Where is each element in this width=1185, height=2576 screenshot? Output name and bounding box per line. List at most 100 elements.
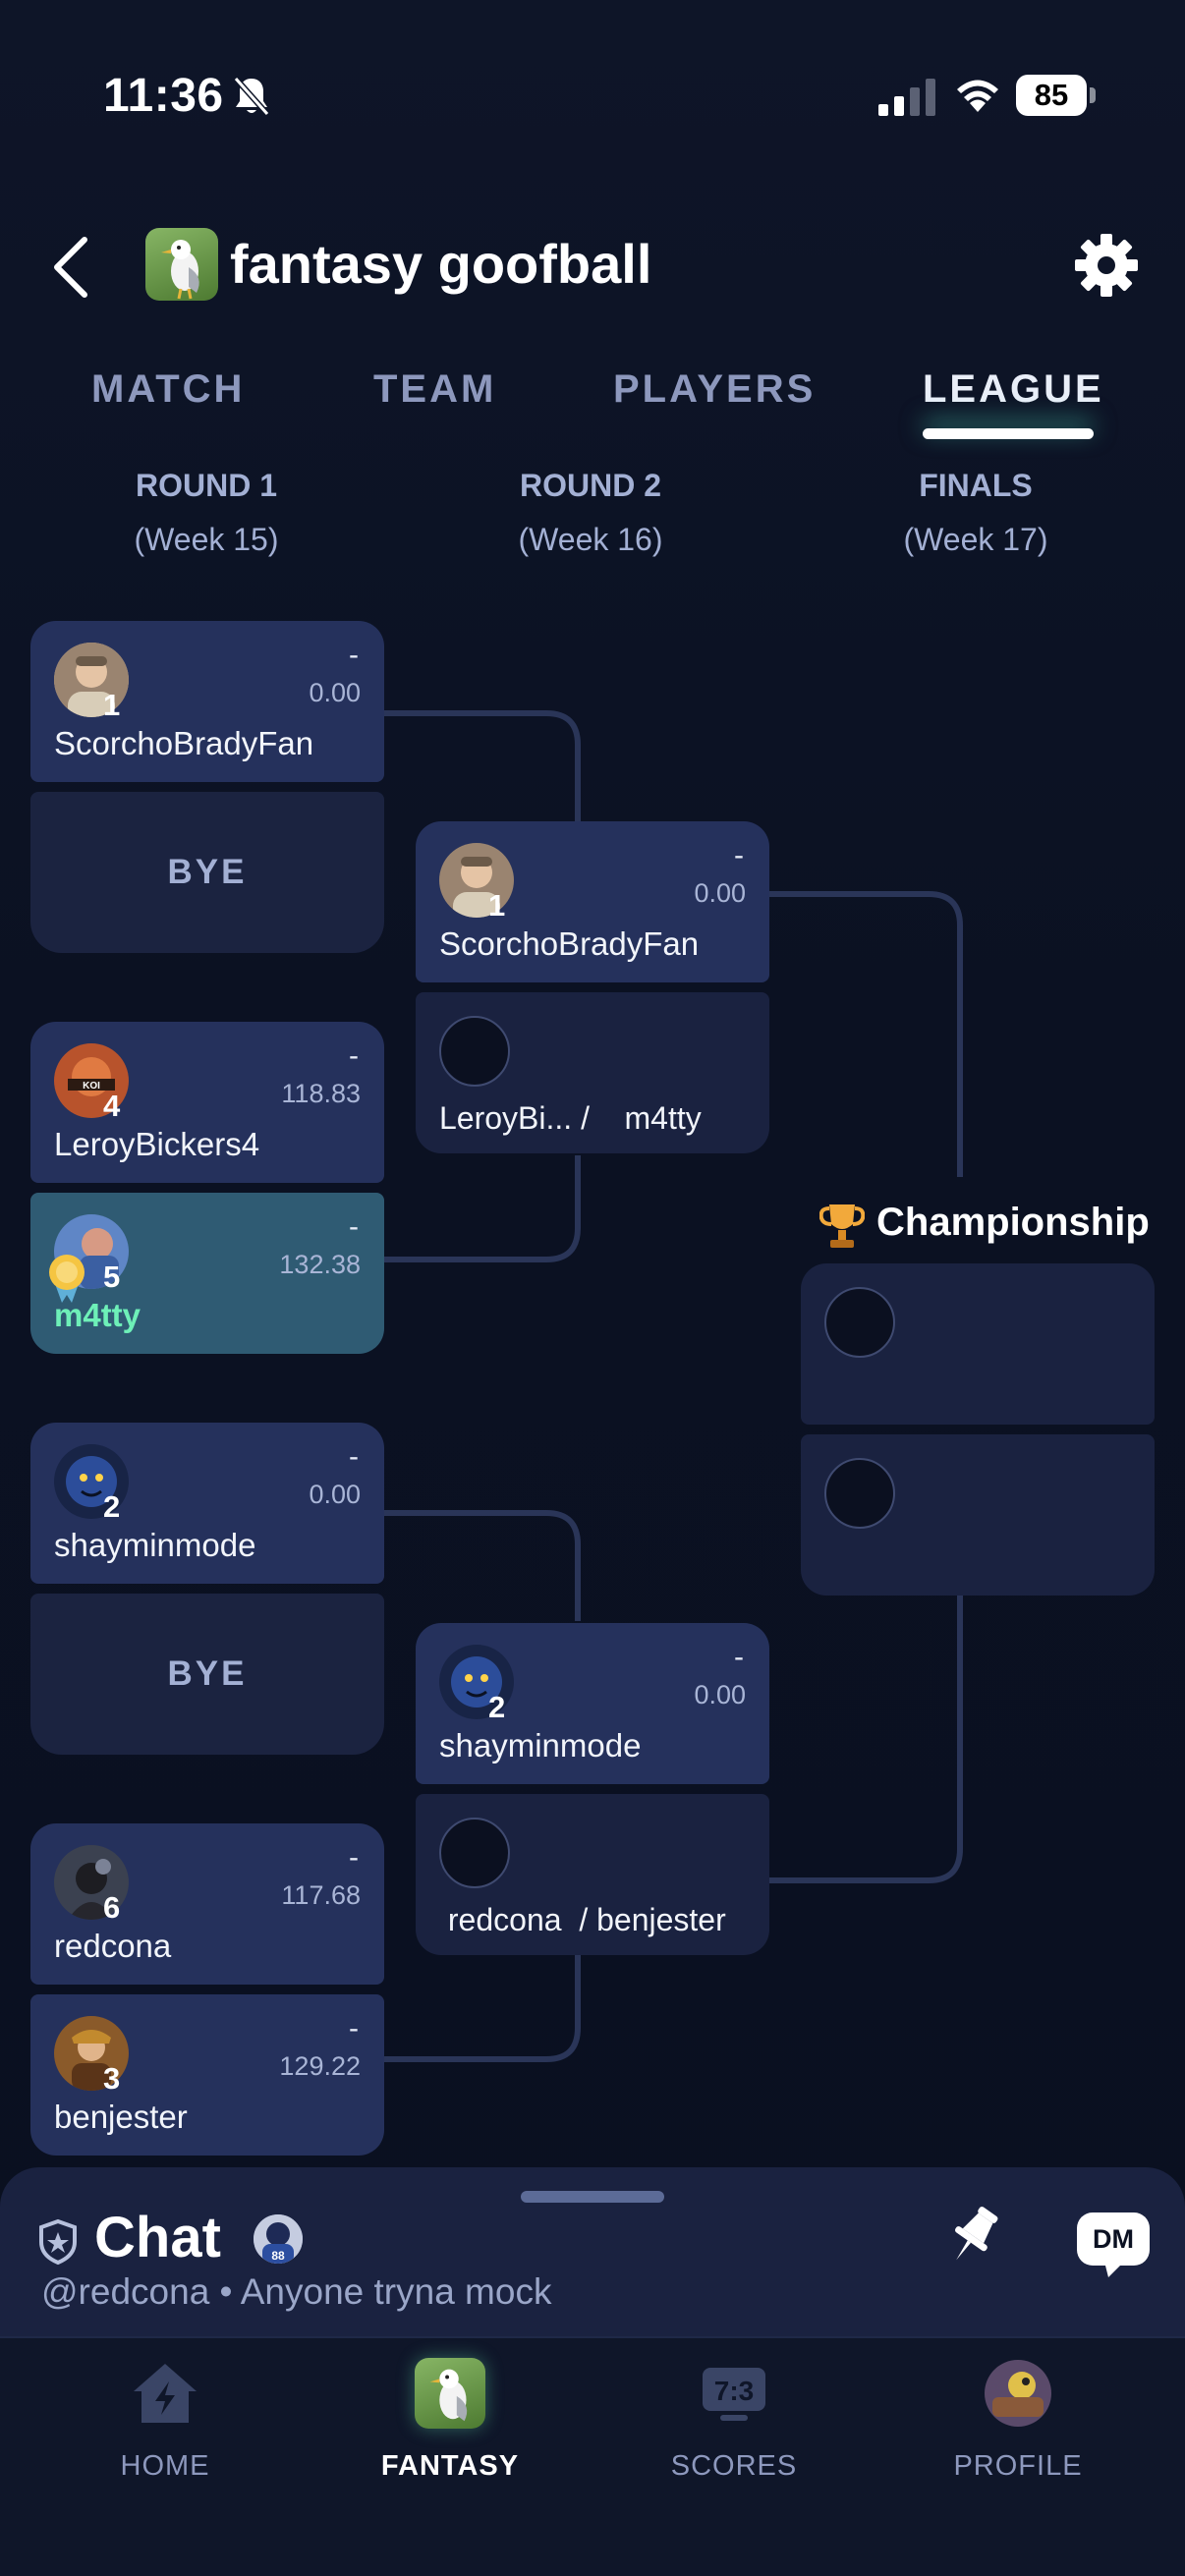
fantasy-league-icon	[415, 2358, 485, 2429]
direct-message-button[interactable]: DM	[1077, 2212, 1150, 2266]
nav-label: FANTASY	[380, 2450, 520, 2482]
team-name: redcona	[54, 1928, 172, 1964]
record-dash: -	[349, 1841, 359, 1874]
bottom-nav: HOME FANTASY 7:3 SCORES PROFILE	[0, 2336, 1185, 2576]
bracket-team-card[interactable]: 2 - 0.00 shayminmode	[416, 1623, 769, 1784]
record-dash: -	[349, 639, 359, 671]
record-dash: -	[349, 1210, 359, 1243]
team-score: 129.22	[279, 2051, 361, 2081]
record-dash: -	[734, 839, 744, 871]
league-bracket-screen: 11:36 85 fantasy goofball MATCH TEAM PLA…	[0, 0, 1185, 2576]
battery-indicator: 85	[1016, 75, 1097, 116]
nav-label: HOME	[120, 2450, 210, 2482]
empty-avatar	[824, 1287, 895, 1358]
status-time: 11:36	[103, 70, 224, 122]
record-dash: -	[349, 1440, 359, 1473]
battery-level: 85	[1016, 75, 1087, 116]
shield-star-icon	[39, 2218, 77, 2266]
round-header-1: ROUND 1 (Week 15)	[79, 468, 334, 558]
bracket-team-card[interactable]: 1 - 0.00 ScorchoBradyFan	[416, 821, 769, 982]
chat-title[interactable]: Chat	[94, 2205, 221, 2270]
pending-matchup-slot[interactable]: LeroyBi... / m4tty	[416, 992, 769, 1153]
team-name: ScorchoBradyFan	[439, 925, 700, 962]
cell-signal-icon	[878, 79, 935, 116]
seed-number: 1	[488, 888, 506, 923]
league-title: fantasy goofball	[230, 233, 652, 295]
chat-participant-avatar: 88	[254, 2214, 303, 2264]
silent-bell-icon	[233, 77, 270, 116]
team-name: LeroyBickers4	[54, 1126, 260, 1162]
pending-matchup-names: redcona / benjester	[439, 1902, 726, 1937]
profile-avatar-icon	[985, 2360, 1051, 2427]
team-name: shayminmode	[439, 1727, 642, 1764]
seed-number: 2	[488, 1690, 506, 1724]
seed-number: 2	[103, 1489, 121, 1524]
team-score: 118.83	[281, 1079, 361, 1108]
pending-matchup-slot[interactable]: redcona / benjester	[416, 1794, 769, 1955]
team-score: 0.00	[694, 878, 746, 908]
dm-bubble-tail	[1104, 2262, 1124, 2277]
team-name: benjester	[54, 2099, 188, 2135]
svg-text:KOI: KOI	[83, 1081, 100, 1092]
round-header-finals: FINALS (Week 17)	[848, 468, 1103, 558]
round-week: (Week 16)	[518, 522, 663, 557]
seed-number: 1	[103, 688, 121, 722]
sheet-grabber[interactable]	[521, 2191, 664, 2203]
bye-label: BYE	[167, 1654, 248, 1693]
home-bolt-icon	[134, 2364, 197, 2423]
round-week: (Week 15)	[134, 522, 279, 557]
pending-matchup-names: LeroyBi... / m4tty	[439, 1100, 702, 1136]
seed-number: 4	[103, 1089, 121, 1123]
bracket-team-card[interactable]: 3 - 129.22 benjester	[30, 1994, 384, 2156]
seed-number: 3	[103, 2061, 121, 2096]
team-score: 132.38	[279, 1250, 361, 1279]
nav-label: SCORES	[670, 2450, 798, 2482]
pin-icon[interactable]	[941, 2201, 1006, 2269]
chat-last-message[interactable]: @redcona • Anyone tryna mock	[41, 2271, 551, 2313]
round-name: ROUND 2	[519, 468, 661, 503]
team-name: m4tty	[54, 1297, 141, 1333]
active-tab-indicator	[923, 428, 1094, 439]
round-name: ROUND 1	[135, 468, 277, 503]
tab-players[interactable]: PLAYERS	[613, 367, 816, 412]
back-chevron-icon[interactable]	[49, 236, 92, 299]
empty-avatar	[824, 1458, 895, 1529]
seagull-icon	[161, 240, 199, 300]
bracket-team-card-user[interactable]: 5 - 132.38 m4tty	[30, 1193, 384, 1354]
round-name: FINALS	[919, 468, 1033, 503]
team-score: 0.00	[309, 1480, 361, 1509]
seed-number: 6	[103, 1890, 121, 1925]
bye-slot: BYE	[30, 792, 384, 953]
round-week: (Week 17)	[903, 522, 1048, 557]
record-dash: -	[349, 2012, 359, 2044]
championship-slot-bottom[interactable]	[801, 1434, 1155, 1596]
championship-title: Championship	[876, 1201, 1150, 1244]
team-name: shayminmode	[54, 1527, 256, 1563]
bracket-team-card[interactable]: KOI 4 - 118.83 LeroyBickers4	[30, 1022, 384, 1183]
tab-team[interactable]: TEAM	[373, 367, 496, 412]
seed-number: 5	[103, 1260, 121, 1294]
team-name: ScorchoBradyFan	[54, 725, 314, 761]
empty-avatar	[439, 1818, 510, 1888]
settings-gear-icon[interactable]	[1073, 232, 1140, 299]
wifi-icon	[957, 80, 998, 112]
empty-avatar	[439, 1016, 510, 1087]
medal-icon	[49, 1255, 85, 1303]
trophy-icon	[819, 1204, 865, 1248]
bracket-team-card[interactable]: 1 - 0.00 ScorchoBradyFan	[30, 621, 384, 782]
bye-slot: BYE	[30, 1594, 384, 1755]
bracket-team-card[interactable]: 6 - 117.68 redcona	[30, 1823, 384, 1985]
round-header-2: ROUND 2 (Week 16)	[463, 468, 718, 558]
tab-league[interactable]: LEAGUE	[923, 367, 1104, 412]
scores-icon: 7:3	[703, 2368, 765, 2421]
tab-match[interactable]: MATCH	[91, 367, 245, 412]
bye-label: BYE	[167, 853, 248, 891]
team-score: 117.68	[281, 1880, 361, 1910]
record-dash: -	[349, 1039, 359, 1072]
record-dash: -	[734, 1641, 744, 1673]
league-avatar	[145, 228, 218, 301]
team-score: 0.00	[309, 678, 361, 707]
championship-slot-top[interactable]	[801, 1263, 1155, 1425]
bracket-team-card[interactable]: 2 - 0.00 shayminmode	[30, 1423, 384, 1584]
nav-label: PROFILE	[953, 2450, 1083, 2482]
